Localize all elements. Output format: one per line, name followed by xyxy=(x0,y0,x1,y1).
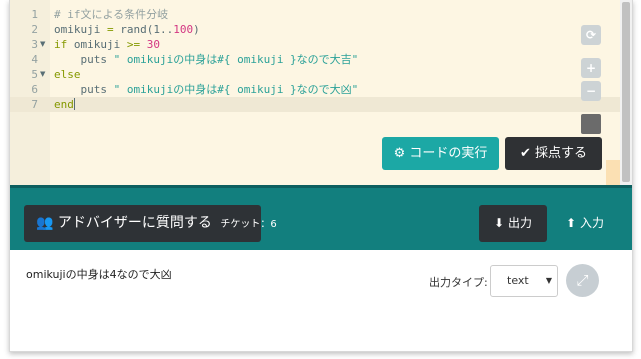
score-button[interactable]: ✔ 採点する xyxy=(505,137,602,170)
run-code-label: コードの実行 xyxy=(409,146,488,161)
code-number: 30 xyxy=(140,38,160,51)
action-bar: 👥 アドバイザーに質問する チケット：6 ⬇ 出力 ⬆ 入力 xyxy=(10,185,632,250)
code-exercise-panel: 1 # if文による条件分岐 2 omikuji = rand(1..100) … xyxy=(9,0,633,352)
chevron-down-icon: ▼ xyxy=(545,276,552,285)
zoom-in-icon[interactable]: + xyxy=(581,58,601,78)
code-text: end xyxy=(54,97,75,112)
expand-icon[interactable]: ⤢ xyxy=(566,264,599,297)
line-number: 3 xyxy=(31,38,38,51)
code-line-active[interactable]: 7 end xyxy=(10,97,620,112)
code-token: = xyxy=(100,23,121,36)
vertical-scrollbar[interactable] xyxy=(620,0,632,185)
code-token: >= xyxy=(126,38,141,51)
line-number: 1 xyxy=(31,8,38,21)
code-line[interactable]: 6 puts " omikujiの中身は#{ omikuji }なので大凶" xyxy=(10,82,620,97)
download-icon: ⬇ xyxy=(494,216,505,230)
code-string: " omikujiの中身は#{ omikuji }なので大凶" xyxy=(113,83,359,96)
ticket-count: チケット：6 xyxy=(220,219,277,230)
fold-toggle-icon[interactable]: ▼ xyxy=(40,37,45,52)
output-tab-label: 出力 xyxy=(507,216,532,230)
text-cursor xyxy=(73,98,75,110)
code-text: puts " omikujiの中身は#{ omikuji }なので大吉" xyxy=(54,52,358,67)
zoom-out-icon[interactable]: − xyxy=(581,81,601,101)
line-number: 5 xyxy=(31,68,38,81)
code-token: omikuji xyxy=(54,23,101,36)
code-text: if omikuji >= 30 xyxy=(54,37,160,52)
code-token: omikuji xyxy=(67,38,127,51)
code-comment: # if文による条件分岐 xyxy=(54,8,169,21)
output-type-value: text xyxy=(507,274,529,287)
code-token: puts xyxy=(54,53,114,66)
input-tab-label: 入力 xyxy=(579,216,604,230)
code-line[interactable]: 5 ▼ else xyxy=(10,67,620,82)
fold-toggle-icon[interactable]: ▼ xyxy=(40,67,45,82)
scroll-corner xyxy=(606,160,620,185)
code-token: puts xyxy=(54,83,114,96)
input-tab[interactable]: ⬆ 入力 xyxy=(555,205,615,242)
code-line[interactable]: 1 # if文による条件分岐 xyxy=(10,7,620,22)
code-text: puts " omikujiの中身は#{ omikuji }なので大凶" xyxy=(54,82,358,97)
code-text: omikuji = rand(1..100) xyxy=(54,22,200,37)
score-label: 採点する xyxy=(535,146,588,161)
code-editor[interactable]: 1 # if文による条件分岐 2 omikuji = rand(1..100) … xyxy=(10,0,620,185)
code-line[interactable]: 2 omikuji = rand(1..100) xyxy=(10,22,620,37)
run-code-button[interactable]: ⚙ コードの実行 xyxy=(382,137,499,170)
check-icon: ✔ xyxy=(519,146,531,161)
code-text: else xyxy=(54,67,81,82)
ask-advisor-button[interactable]: 👥 アドバイザーに質問する チケット：6 xyxy=(24,205,277,242)
code-keyword: end xyxy=(54,98,74,111)
code-keyword: if xyxy=(54,38,68,51)
output-panel: omikujiの中身は4なので大凶 出力タイプ: text ▼ ⤢ xyxy=(10,250,632,351)
gear-icon: ⚙ xyxy=(393,146,406,161)
scrollbar-thumb[interactable] xyxy=(622,2,630,182)
refresh-icon[interactable]: ⟳ xyxy=(581,25,601,45)
code-line[interactable]: 4 puts " omikujiの中身は#{ omikuji }なので大吉" xyxy=(10,52,620,67)
code-string: " omikujiの中身は#{ omikuji }なので大吉" xyxy=(113,53,359,66)
line-number: 7 xyxy=(31,98,38,111)
output-type-label: 出力タイプ: xyxy=(429,276,488,289)
users-icon: 👥 xyxy=(36,215,54,231)
code-keyword: else xyxy=(54,68,81,81)
upload-icon: ⬆ xyxy=(566,216,577,230)
code-line[interactable]: 3 ▼ if omikuji >= 30 xyxy=(10,37,620,52)
ask-advisor-label: アドバイザーに質問する xyxy=(57,215,212,231)
output-type-select[interactable]: text ▼ xyxy=(490,265,558,297)
output-tab[interactable]: ⬇ 出力 xyxy=(479,205,547,242)
code-token: ) xyxy=(193,23,200,36)
code-token: rand(1.. xyxy=(120,23,174,36)
line-number: 6 xyxy=(31,83,38,96)
line-number: 2 xyxy=(31,23,38,36)
line-number: 4 xyxy=(31,53,38,66)
theme-toggle-button[interactable] xyxy=(581,114,601,134)
output-result: omikujiの中身は4なので大凶 xyxy=(26,268,172,281)
code-number: 100 xyxy=(173,23,194,36)
code-text: # if文による条件分岐 xyxy=(54,7,168,22)
